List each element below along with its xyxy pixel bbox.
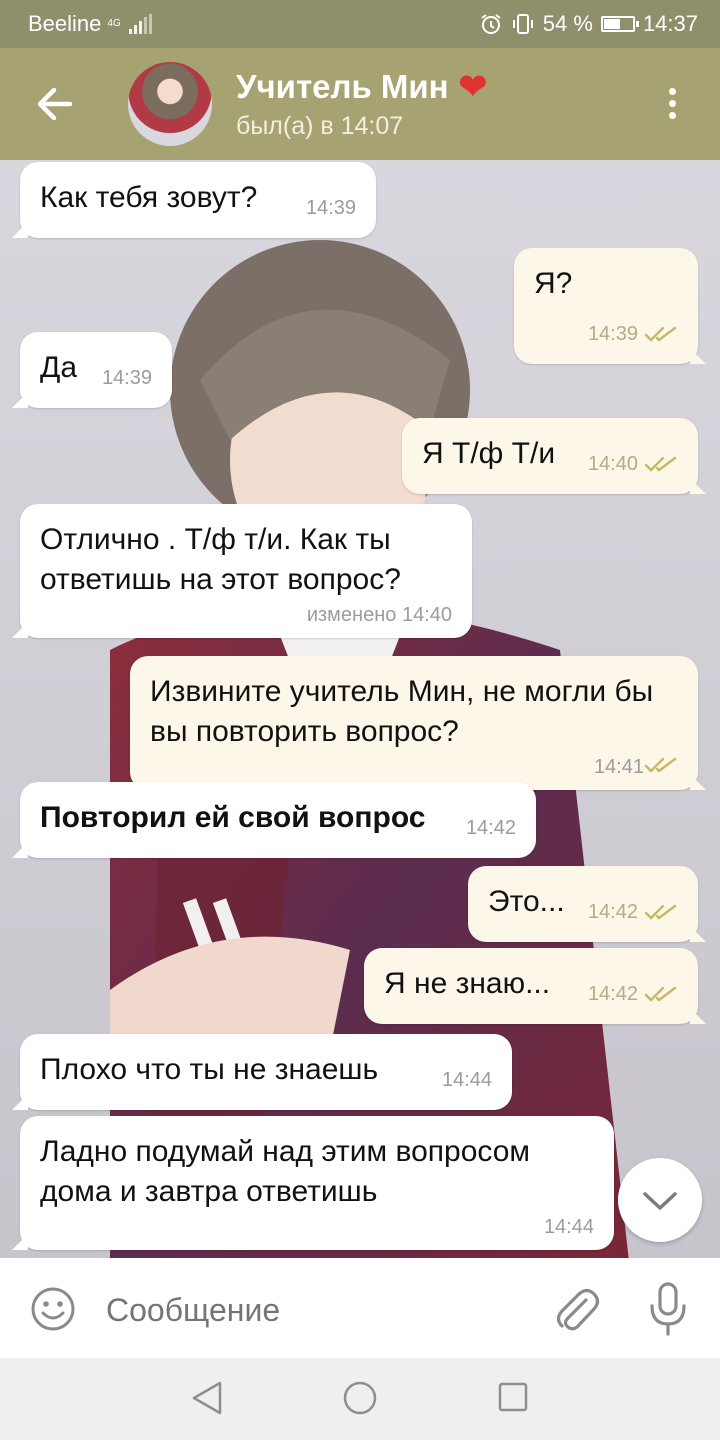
message-meta: 14:42 [588, 974, 678, 1014]
message-text: Я Т/ф Т/и [422, 437, 556, 470]
outgoing-message[interactable]: Я Т/ф Т/и 14:40 [402, 418, 698, 494]
message-meta: 14:42 [588, 892, 678, 932]
message-text: Повторил ей свой вопрос [40, 801, 426, 834]
contact-name-text: Учитель Мин [236, 68, 449, 105]
smiley-icon[interactable] [30, 1286, 76, 1332]
message-time: 14:41 [593, 756, 644, 778]
message-text: Плохо что ты не знаешь [40, 1053, 379, 1086]
avatar[interactable] [128, 62, 212, 146]
message-time: 14:40 [587, 453, 638, 475]
nav-recents-icon[interactable] [498, 1382, 528, 1412]
message-meta: 14:42 [466, 808, 516, 848]
message-meta: 14:44 [40, 1214, 594, 1240]
outgoing-message[interactable]: Я? 14:39 [514, 248, 698, 364]
double-check-icon [644, 456, 677, 472]
message-time: 14:44 [441, 1069, 492, 1091]
incoming-message[interactable]: Ладно подумай над этим вопросом дома и з… [20, 1116, 614, 1250]
heart-icon: ❤ [458, 68, 488, 106]
nav-home-icon[interactable] [342, 1380, 378, 1416]
message-input[interactable] [104, 1286, 528, 1334]
message-text: Я? [534, 267, 573, 300]
status-left: Beeline 4G [28, 11, 152, 37]
scroll-down-button[interactable] [618, 1158, 702, 1242]
message-time: 14:44 [543, 1216, 594, 1238]
message-text: Как тебя зовут? [40, 181, 258, 214]
chat-header: Учитель Мин ❤ был(а) в 14:07 [0, 48, 720, 160]
incoming-message[interactable]: Плохо что ты не знаешь 14:44 [20, 1034, 512, 1110]
message-meta: 14:39 [306, 188, 356, 228]
message-time: 14:39 [101, 367, 152, 389]
status-right: 54 % 14:37 [479, 11, 698, 37]
message-input-bar [0, 1258, 720, 1358]
vibrate-icon [512, 14, 533, 34]
message-meta: 14:44 [442, 1060, 492, 1100]
message-meta: 14:39 [588, 314, 678, 354]
message-meta: 14:41 [150, 754, 678, 780]
message-time: 14:42 [587, 983, 638, 1005]
message-text: Я не знаю... [384, 967, 551, 1000]
more-vertical-icon[interactable] [658, 84, 686, 128]
network-type: 4G [107, 18, 121, 29]
microphone-icon[interactable] [646, 1280, 690, 1338]
outgoing-message[interactable]: Извините учитель Мин, не могли бы вы пов… [130, 656, 698, 790]
double-check-icon [644, 326, 677, 342]
system-nav-bar [0, 1358, 720, 1440]
message-time: 14:42 [465, 817, 516, 839]
chevron-down-icon [643, 1192, 677, 1210]
message-meta: изменено 14:40 [40, 602, 452, 628]
status-bar: Beeline 4G 54 % 14:37 [0, 0, 720, 48]
message-time: 14:39 [587, 323, 638, 345]
message-meta: 14:39 [102, 358, 152, 398]
contact-name[interactable]: Учитель Мин ❤ [236, 68, 487, 106]
outgoing-message[interactable]: Это... 14:42 [468, 866, 698, 942]
message-text: Извините учитель Мин, не могли бы вы пов… [150, 675, 654, 748]
clock: 14:37 [642, 11, 698, 36]
chat-area[interactable]: Как тебя зовут? 14:39 Я? 14:39 Да 14:39 Я Т/ф … [0, 160, 720, 1258]
message-time: 14:39 [305, 197, 356, 219]
arrow-left-icon[interactable] [30, 82, 80, 126]
message-text: Да [40, 351, 78, 384]
battery-icon [600, 16, 639, 32]
message-text: Ладно подумай над этим вопросом дома и з… [40, 1135, 531, 1208]
message-text: Это... [488, 885, 565, 918]
message-text: Отлично . Т/ф т/и. Как ты ответишь на эт… [40, 523, 401, 596]
signal-icon [128, 14, 152, 34]
nav-back-icon[interactable] [190, 1380, 224, 1416]
incoming-message[interactable]: Отлично . Т/ф т/и. Как ты ответишь на эт… [20, 504, 472, 638]
message-time: 14:42 [587, 901, 638, 923]
message-meta: 14:40 [588, 444, 678, 484]
double-check-icon [644, 986, 677, 1002]
message-time: изменено 14:40 [306, 604, 452, 626]
incoming-message[interactable]: Как тебя зовут? 14:39 [20, 162, 376, 238]
paperclip-icon[interactable] [552, 1282, 600, 1336]
outgoing-message[interactable]: Я не знаю... 14:42 [364, 948, 698, 1024]
carrier-name: Beeline [28, 11, 102, 36]
incoming-message[interactable]: Повторил ей свой вопрос 14:42 [20, 782, 536, 858]
last-seen: был(а) в 14:07 [236, 112, 404, 140]
double-check-icon [644, 757, 677, 773]
double-check-icon [644, 904, 677, 920]
incoming-message[interactable]: Да 14:39 [20, 332, 172, 408]
alarm-icon [481, 14, 501, 34]
battery-percent: 54 % [542, 11, 593, 36]
